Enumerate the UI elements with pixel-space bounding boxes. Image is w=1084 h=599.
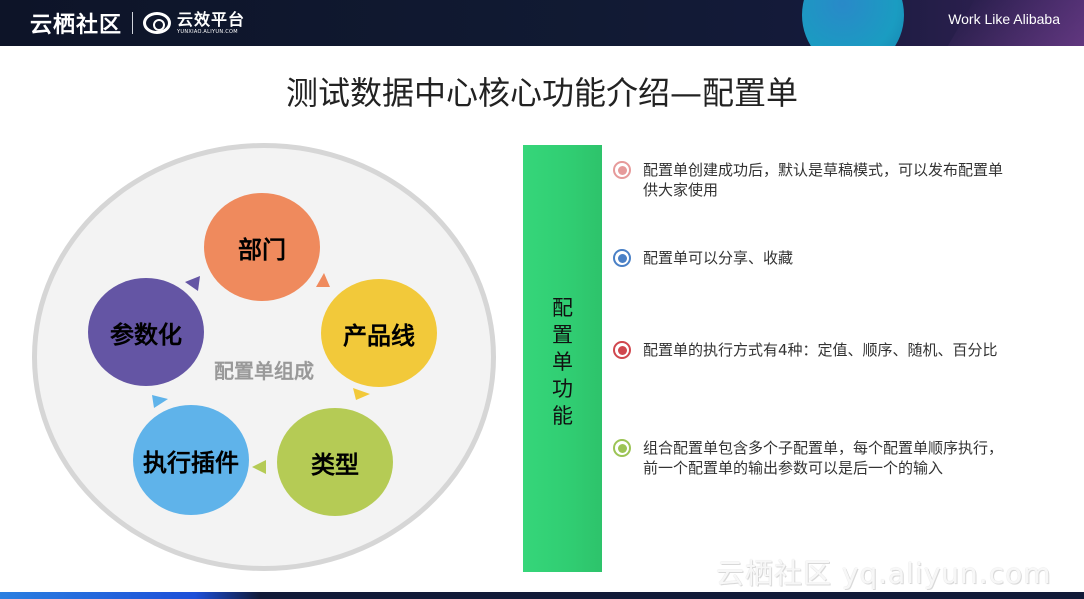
feature-item: 配置单可以分享、收藏 — [613, 248, 1063, 268]
feature-item: 组合配置单包含多个子配置单，每个配置单顺序执行， 前一个配置单的输出参数可以是后… — [613, 438, 1063, 478]
feature-text: 前一个配置单的输出参数可以是后一个的输入 — [643, 459, 944, 477]
radio-bullet-icon — [613, 341, 631, 359]
footer-bar — [0, 592, 1084, 599]
side-bar-char: 配 — [552, 296, 573, 320]
radio-bullet-icon — [613, 161, 631, 179]
arrow-icon — [252, 460, 266, 474]
feature-text: 供大家使用 — [643, 181, 719, 199]
feature-text: 配置单创建成功后，默认是草稿模式，可以发布配置单 — [643, 161, 1004, 179]
side-bar-char: 能 — [552, 404, 573, 428]
arrow-icon — [152, 395, 168, 408]
watermark: 云栖社区 yq.aliyun.com — [716, 557, 1052, 590]
feature-text: 配置单可以分享、收藏 — [643, 249, 794, 267]
side-bar-label: 配 置 单 功 能 — [523, 295, 602, 430]
feature-text: 组合配置单包含多个子配置单，每个配置单顺序执行， — [643, 439, 1004, 457]
side-bar-char: 功 — [552, 377, 573, 401]
feature-item: 配置单的执行方式有4种：定值、顺序、随机、百分比 — [613, 340, 1063, 360]
feature-item: 配置单创建成功后，默认是草稿模式，可以发布配置单 供大家使用 — [613, 160, 1063, 200]
radio-bullet-icon — [613, 439, 631, 457]
diagram-center-label: 配置单组成 — [214, 359, 314, 383]
feature-text: 配置单的执行方式有4种：定值、顺序、随机、百分比 — [643, 341, 998, 359]
arrow-icon — [353, 388, 370, 400]
arrow-icon — [185, 276, 200, 291]
feature-side-bar: 配 置 单 功 能 — [523, 145, 602, 572]
side-bar-char: 单 — [552, 350, 573, 374]
radio-bullet-icon — [613, 249, 631, 267]
side-bar-char: 置 — [552, 323, 573, 347]
arrow-icon — [316, 273, 330, 287]
